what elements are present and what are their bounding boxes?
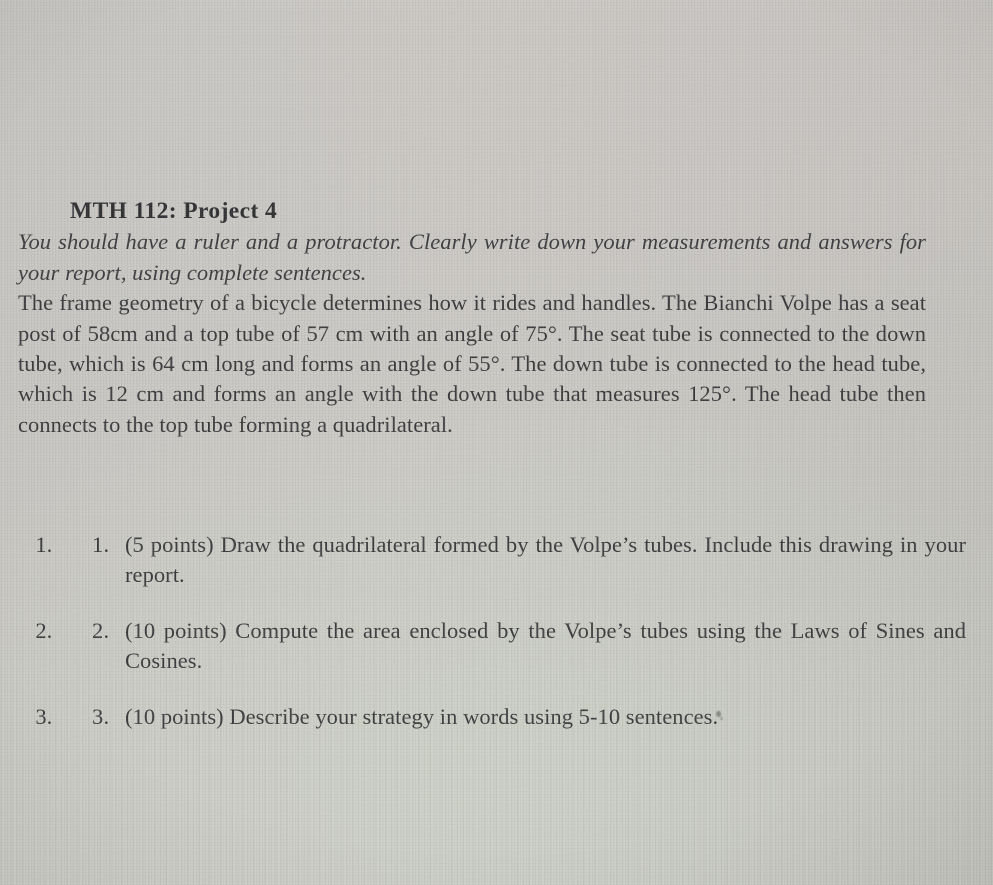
screen-dust-speck-2 (720, 717, 723, 720)
problem-item-2: 2. (10 points) Compute the area enclosed… (58, 616, 966, 676)
problem-text-1: (5 points) Draw the quadrilateral formed… (125, 531, 966, 587)
page-title: MTH 112: Project 4 (70, 198, 278, 224)
problem-statement-paragraph: The frame geometry of a bicycle determin… (18, 290, 926, 437)
problem-text-3: (10 points) Describe your strategy in wo… (125, 704, 719, 730)
document-sheet: MTH 112: Project 4 You should have a rul… (0, 0, 993, 885)
document-text-block: MTH 112: Project 4 You should have a rul… (18, 196, 926, 440)
problem-list: 1. (5 points) Draw the quadrilateral for… (18, 530, 966, 733)
problem-number-3: 3. (92, 704, 110, 730)
problem-item-1: 1. (5 points) Draw the quadrilateral for… (58, 530, 966, 590)
problem-text-2: (10 points) Compute the area enclosed by… (125, 617, 966, 674)
problem-number-1: 1. (92, 531, 110, 557)
problem-number-2: 2. (92, 617, 110, 643)
problem-item-3: 3. (10 points) Describe your strategy in… (58, 702, 966, 732)
assignment-instructions: You should have a ruler and a protractor… (18, 229, 926, 285)
monitor-photo-of-assignment: MTH 112: Project 4 You should have a rul… (0, 0, 993, 885)
